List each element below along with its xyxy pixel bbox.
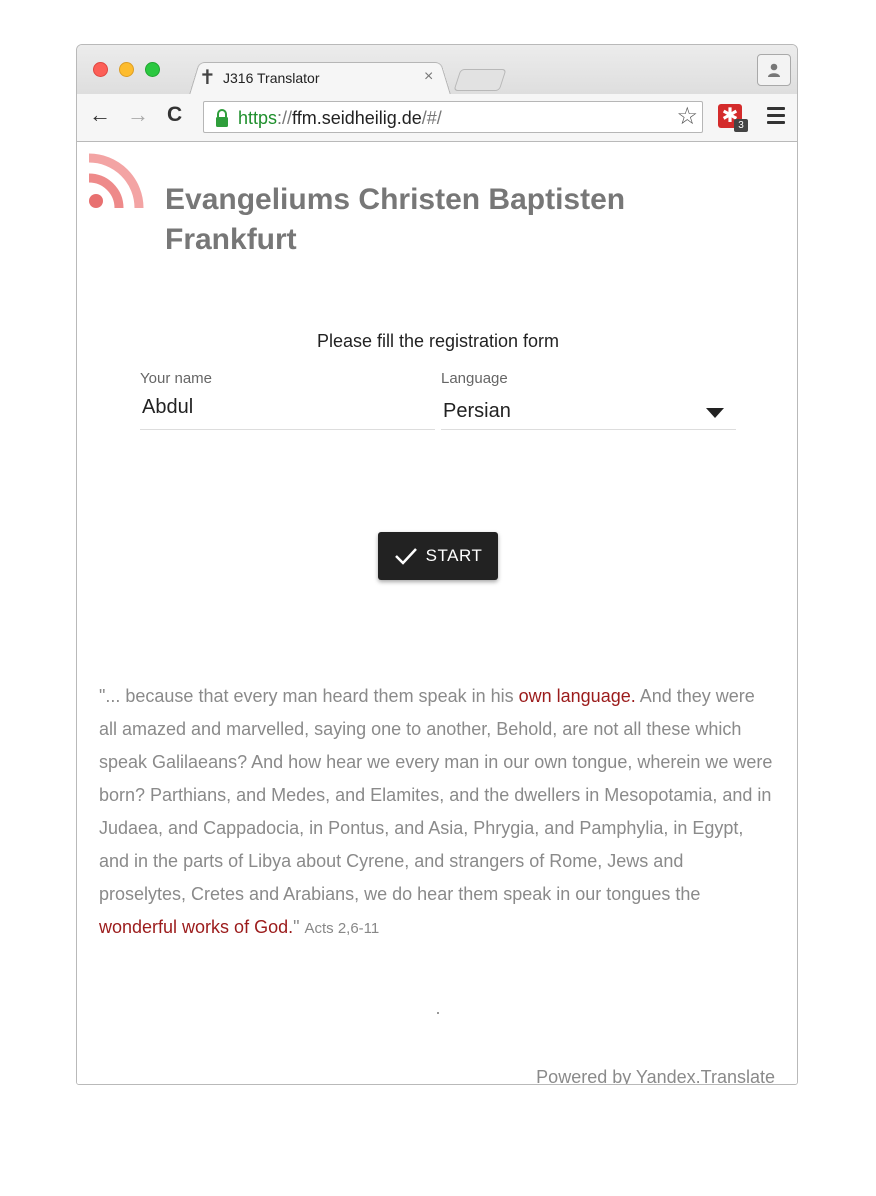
url-path: /#/ <box>421 108 442 128</box>
lock-icon <box>216 109 228 127</box>
forward-icon[interactable]: → <box>127 103 149 127</box>
reload-icon[interactable]: C <box>167 103 182 127</box>
bookmark-star-icon[interactable]: ☆ <box>676 104 698 130</box>
form-title: Please fill the registration form <box>316 331 560 351</box>
quote-highlight: own language. <box>518 686 636 706</box>
page-content: Evangeliums Christen Baptisten Frankfurt… <box>77 142 797 1085</box>
start-label: START <box>425 546 483 565</box>
url-text[interactable]: https://ffm.seidheilig.de/#/ <box>238 108 442 129</box>
hamburger-menu-icon[interactable] <box>767 107 785 128</box>
tab-close-icon[interactable]: × <box>424 68 433 86</box>
browser-window: ✝ J316 Translator × ← → C https://ffm.se… <box>76 44 798 1085</box>
browser-toolbar: ← → C https://ffm.seidheilig.de/#/ ☆ ✱ 3 <box>77 94 797 142</box>
bible-quote: "... because that every man heard them s… <box>99 680 773 945</box>
name-field[interactable] <box>140 392 439 430</box>
quote-highlight: wonderful works of God. <box>99 917 294 937</box>
powered-prefix: Powered by <box>536 1067 636 1085</box>
powered-suffix: .Translate <box>695 1067 775 1085</box>
language-label: Language <box>441 370 508 387</box>
separator-dot <box>437 1012 439 1014</box>
url-separator: :// <box>277 108 293 128</box>
close-window-button[interactable] <box>93 62 108 77</box>
powered-by-footer: Powered by Yandex.Translate <box>536 1067 775 1085</box>
language-select[interactable]: Persian <box>441 392 736 430</box>
yandex-link[interactable]: Yandex <box>636 1067 696 1084</box>
url-scheme: https <box>238 108 278 128</box>
dropdown-arrow-icon <box>706 408 724 418</box>
quote-text: " <box>293 917 305 937</box>
extension-badge: 3 <box>734 119 748 132</box>
quote-reference: Acts 2,6-11 <box>304 920 380 937</box>
address-bar[interactable]: https://ffm.seidheilig.de/#/ ☆ <box>203 101 703 133</box>
person-icon <box>768 63 780 77</box>
name-label: Your name <box>140 370 212 387</box>
rss-feed-icon[interactable] <box>87 152 145 210</box>
back-icon[interactable]: ← <box>89 103 111 127</box>
language-selected-value: Persian <box>443 400 511 422</box>
zoom-window-button[interactable] <box>145 62 160 77</box>
profile-button[interactable] <box>757 54 791 86</box>
tab-content[interactable]: ✝ J316 Translator × <box>199 67 449 89</box>
quote-text: "... because that every man heard them s… <box>99 686 519 706</box>
site-title: Evangeliums Christen Baptisten Frankfurt <box>165 183 626 256</box>
url-host: ffm.seidheilig.de <box>292 108 422 128</box>
start-button[interactable]: START <box>378 532 498 580</box>
cross-icon: ✝ <box>199 67 216 89</box>
checkmark-icon <box>394 548 417 565</box>
tab-title: J316 Translator <box>223 70 320 86</box>
new-tab-button[interactable] <box>453 69 507 91</box>
minimize-window-button[interactable] <box>119 62 134 77</box>
quote-text: And they were all amazed and marvelled, … <box>99 686 773 904</box>
name-input[interactable] <box>140 392 439 423</box>
tab-strip: ✝ J316 Translator × <box>77 45 797 95</box>
